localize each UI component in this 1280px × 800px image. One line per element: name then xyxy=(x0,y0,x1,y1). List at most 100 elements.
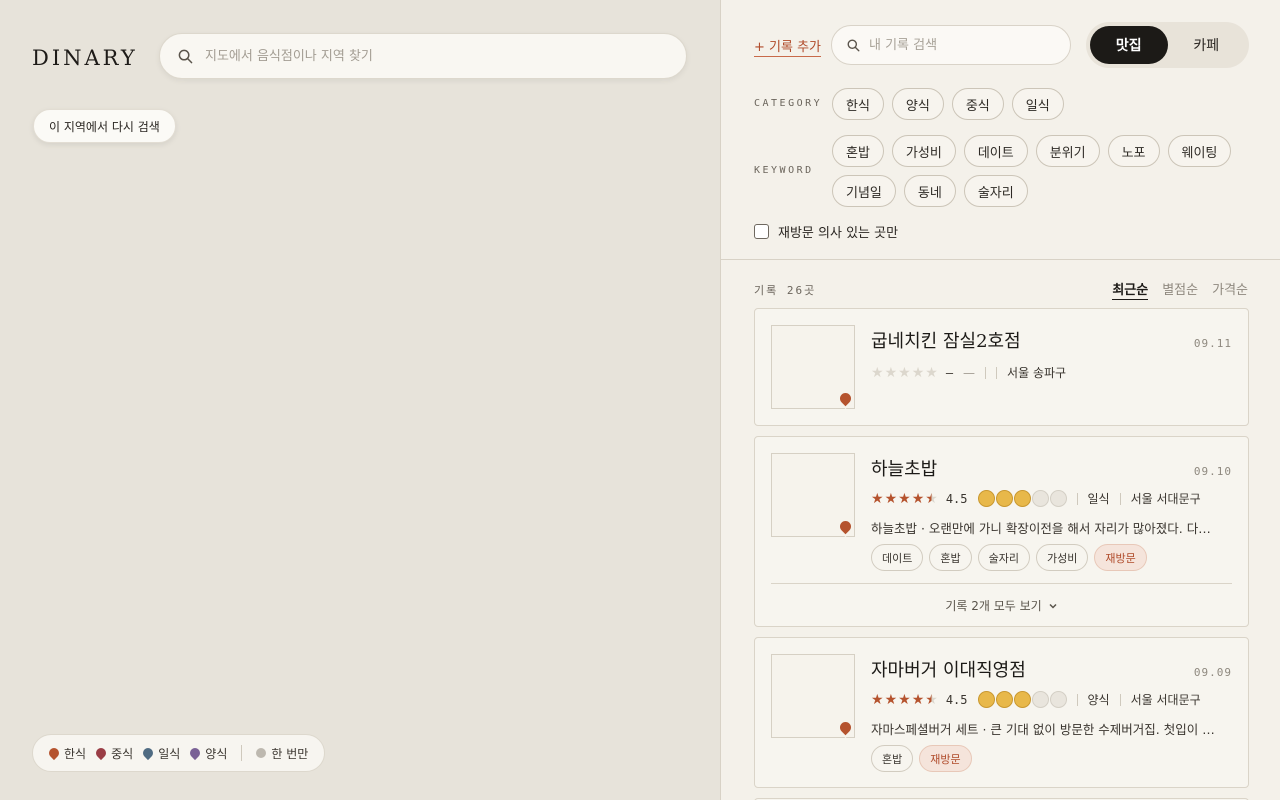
records-panel: + 기록 추가 맛집 카페 CATEGORY 한식 양식 중식 일식 KEYWO… xyxy=(720,0,1280,800)
record-name: 굽네치킨 잠실2호점 xyxy=(871,331,1021,352)
star-icon: ★ xyxy=(871,364,884,381)
star-icon: ★ xyxy=(925,364,938,381)
chevron-down-icon xyxy=(1049,603,1057,609)
record-card[interactable]: 굽네치킨 잠실2호점 09.11 ★ ★ ★ ★ ★ — — 서울 송파구 xyxy=(754,308,1249,426)
record-thumbnail xyxy=(771,654,857,739)
meta-divider xyxy=(1076,492,1078,505)
legend-label: 일식 xyxy=(158,746,181,761)
record-name: 자마버거 이대직영점 xyxy=(871,660,1026,681)
type-segmented-control: 맛집 카페 xyxy=(1086,22,1249,68)
star-icon: ★ xyxy=(898,490,911,507)
legend-divider xyxy=(241,745,243,761)
sort-recent[interactable]: 최근순 xyxy=(1112,279,1149,300)
record-date: 09.11 xyxy=(1193,337,1232,350)
record-tag: 혼밥 xyxy=(929,544,972,571)
record-tag: 가성비 xyxy=(1036,544,1089,571)
add-record-button[interactable]: + 기록 추가 xyxy=(754,36,821,57)
app-logo: DINARY xyxy=(32,46,138,70)
price-face-icon xyxy=(1049,691,1067,708)
star-icon: ★ xyxy=(911,364,925,381)
keyword-chip[interactable]: 노포 xyxy=(1107,135,1160,167)
pin-icon xyxy=(94,745,109,761)
record-category: 양식 xyxy=(1087,693,1110,707)
meta-divider xyxy=(1119,492,1121,505)
keyword-chip[interactable]: 가성비 xyxy=(891,135,956,167)
legend-label: 양식 xyxy=(205,746,228,761)
keyword-chip[interactable]: 분위기 xyxy=(1035,135,1100,167)
panel-divider xyxy=(721,259,1280,260)
star-rating: ★ ★ ★ ★ ★ xyxy=(871,693,938,707)
star-icon: ★ xyxy=(898,691,911,708)
record-card[interactable]: 하늘초밥 09.10 ★ ★ ★ ★ ★ 4.5 일식 서울 서대문구 하늘초밥 · 오… xyxy=(754,436,1249,627)
category-chip[interactable]: 양식 xyxy=(891,88,944,120)
record-count: 기록 26곳 xyxy=(754,284,817,297)
expand-records-button[interactable]: 기록 2개 모두 보기 xyxy=(771,583,1232,627)
expand-label: 기록 2개 모두 보기 xyxy=(945,599,1042,613)
segment-restaurant[interactable]: 맛집 xyxy=(1090,26,1168,64)
record-tags: 혼밥 재방문 xyxy=(871,745,972,772)
keyword-chip[interactable]: 웨이팅 xyxy=(1167,135,1232,167)
record-meta: ★ ★ ★ ★ ★ 4.5 양식 서울 서대문구 xyxy=(871,691,1201,708)
record-region: 서울 서대문구 xyxy=(1130,693,1201,707)
pin-icon xyxy=(46,745,62,761)
price-face-icon xyxy=(977,691,995,708)
legend-item-once[interactable]: 한 번만 xyxy=(256,745,308,762)
record-card[interactable]: 자마버거 이대직영점 09.09 ★ ★ ★ ★ ★ 4.5 양식 서울 서대문구 자마… xyxy=(754,637,1249,788)
star-icon: ★ xyxy=(884,691,898,708)
map-area[interactable]: DINARY 이 지역에서 다시 검색 한식 중식 일식 양식 한 번만 xyxy=(0,0,720,800)
star-icon: ★ xyxy=(925,490,938,507)
legend-item-japanese[interactable]: 일식 xyxy=(141,745,181,762)
record-search-input[interactable] xyxy=(869,37,1049,53)
category-chip[interactable]: 일식 xyxy=(1011,88,1064,120)
price-level xyxy=(977,691,1067,708)
keyword-chip[interactable]: 기념일 xyxy=(832,175,896,207)
sort-price[interactable]: 가격순 xyxy=(1212,279,1248,300)
star-icon: ★ xyxy=(925,691,938,708)
record-tags: 데이트 혼밥 술자리 가성비 재방문 xyxy=(871,544,1147,571)
sort-rating[interactable]: 별점순 xyxy=(1162,279,1198,300)
record-meta: ★ ★ ★ ★ ★ 4.5 일식 서울 서대문구 xyxy=(871,490,1201,507)
legend-item-western[interactable]: 양식 xyxy=(188,745,228,762)
price-face-icon xyxy=(995,490,1013,507)
keyword-chip[interactable]: 술자리 xyxy=(963,175,1028,207)
sort-options: 최근순 별점순 가격순 xyxy=(1112,279,1248,300)
pin-icon xyxy=(141,745,156,761)
segment-cafe[interactable]: 카페 xyxy=(1168,26,1246,64)
meta-divider xyxy=(1076,693,1078,706)
map-search-input[interactable] xyxy=(205,48,665,64)
keyword-chip[interactable]: 데이트 xyxy=(963,135,1028,167)
price-face-icon xyxy=(1013,691,1031,708)
revisit-checkbox[interactable] xyxy=(754,224,769,239)
map-legend: 한식 중식 일식 양식 한 번만 xyxy=(32,734,326,772)
record-name: 하늘초밥 xyxy=(871,459,938,480)
pin-icon xyxy=(834,515,857,538)
star-icon: ★ xyxy=(884,364,898,381)
keyword-chip[interactable]: 혼밥 xyxy=(832,135,884,167)
star-icon: ★ xyxy=(871,490,884,507)
legend-item-korean[interactable]: 한식 xyxy=(46,745,87,762)
price-face-icon xyxy=(977,490,995,507)
category-label: CATEGORY xyxy=(754,98,823,109)
pin-icon xyxy=(834,387,857,410)
dot-icon xyxy=(256,748,267,758)
keyword-chip[interactable]: 동네 xyxy=(903,175,956,207)
pin-icon xyxy=(834,716,857,739)
record-search-bar[interactable] xyxy=(831,25,1071,65)
category-chip[interactable]: 한식 xyxy=(832,88,884,120)
record-region: 서울 서대문구 xyxy=(1130,492,1201,506)
legend-label: 중식 xyxy=(111,746,134,761)
record-date: 09.09 xyxy=(1193,666,1232,679)
star-rating: ★ ★ ★ ★ ★ xyxy=(871,492,938,506)
price-face-icon xyxy=(1031,490,1049,507)
legend-label: 한식 xyxy=(64,746,87,761)
category-chip[interactable]: 중식 xyxy=(951,88,1004,120)
legend-item-chinese[interactable]: 중식 xyxy=(94,745,134,762)
record-description: 자마스페셜버거 세트 · 큰 기대 없이 방문한 수제버거집. 첫입이 … xyxy=(871,722,1215,737)
revisit-tag: 재방문 xyxy=(919,745,972,772)
star-icon: ★ xyxy=(911,691,925,708)
revisit-filter[interactable]: 재방문 의사 있는 곳만 xyxy=(754,222,898,241)
research-area-button[interactable]: 이 지역에서 다시 검색 xyxy=(33,109,176,143)
record-thumbnail xyxy=(771,453,857,538)
map-search-bar[interactable] xyxy=(159,33,687,79)
star-icon: ★ xyxy=(884,490,898,507)
